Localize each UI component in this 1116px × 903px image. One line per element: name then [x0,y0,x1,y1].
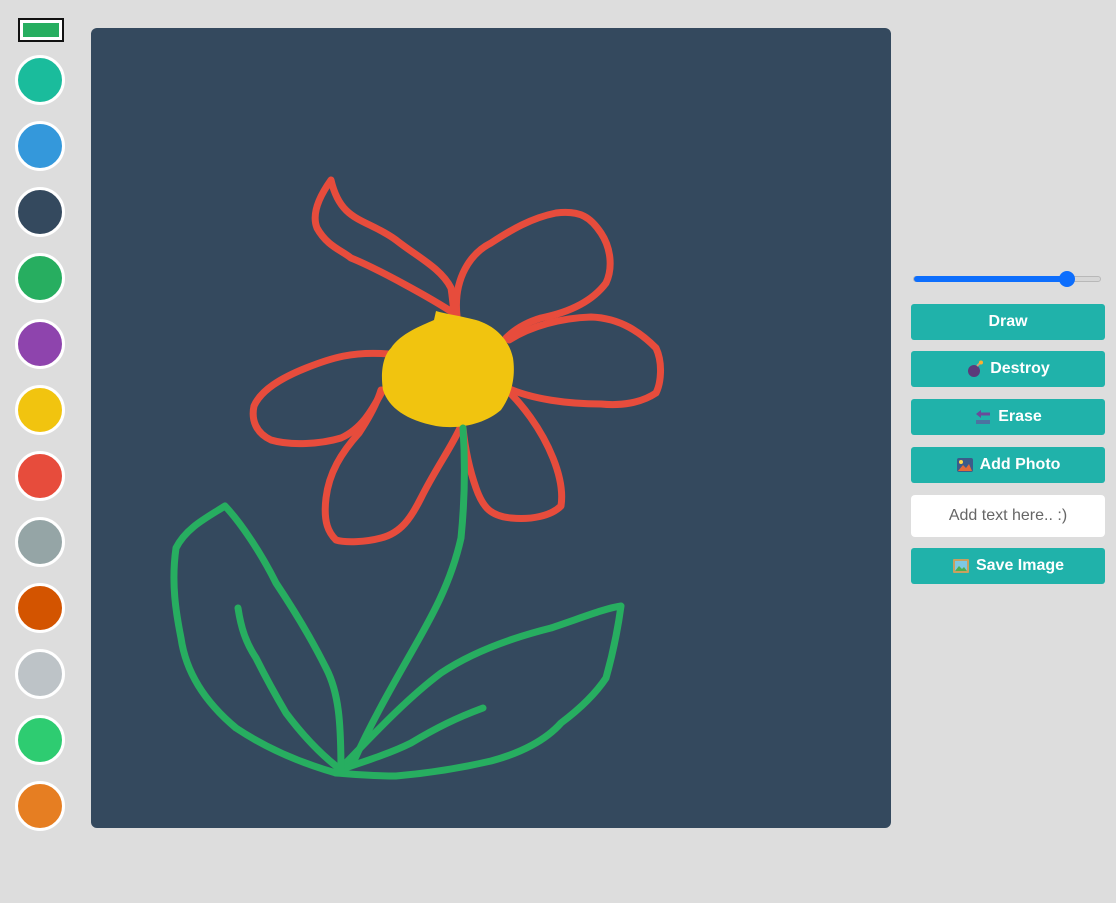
erase-button[interactable]: Erase [911,399,1105,435]
color-swatch[interactable] [15,121,65,171]
save-image-button[interactable]: Save Image [911,548,1105,584]
slider-track-fill [914,276,1067,282]
color-swatch[interactable] [15,715,65,765]
destroy-button[interactable]: Destroy [911,351,1105,387]
save-image-button-label: Save Image [975,557,1065,574]
destroy-button-label: Destroy [990,360,1050,377]
back-arrow-icon [974,408,992,426]
add-text-input[interactable] [911,495,1105,537]
add-photo-button[interactable]: Add Photo [911,447,1105,483]
color-swatch[interactable] [15,451,65,501]
add-photo-button-label: Add Photo [979,456,1061,473]
draw-button[interactable]: Draw [911,304,1105,340]
slider-thumb[interactable] [1058,271,1075,287]
brush-size-slider[interactable] [913,271,1101,287]
color-swatch[interactable] [15,253,65,303]
drawing-canvas[interactable] [91,28,891,828]
photo-icon [956,456,974,474]
current-color-indicator [18,18,64,42]
color-swatch[interactable] [15,781,65,831]
color-swatch[interactable] [15,583,65,633]
color-swatch[interactable] [15,385,65,435]
color-swatch[interactable] [15,649,65,699]
bomb-icon [966,360,984,378]
current-color-fill [23,23,59,37]
color-swatch[interactable] [15,319,65,369]
framed-picture-icon [952,557,970,575]
draw-button-label: Draw [988,313,1028,330]
erase-button-label: Erase [998,408,1042,425]
color-swatch[interactable] [15,187,65,237]
canvas-drawing[interactable] [91,28,891,828]
color-swatch[interactable] [15,55,65,105]
color-swatch[interactable] [15,517,65,567]
